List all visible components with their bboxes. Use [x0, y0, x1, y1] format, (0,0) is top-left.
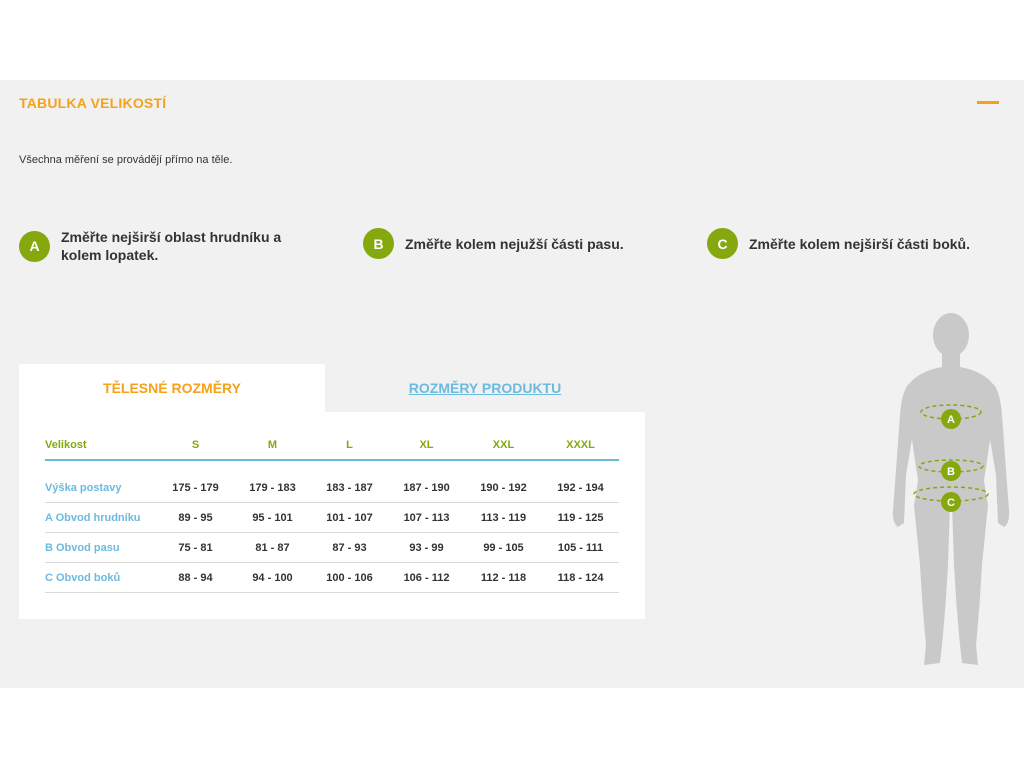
measure-c: C Změřte kolem nejširší části boků. — [707, 228, 1009, 259]
row-label: Výška postavy — [45, 473, 157, 503]
measure-a: A Změřte nejširší oblast hrudníku a kole… — [19, 228, 321, 264]
table-cell: 87 - 93 — [311, 532, 388, 563]
table-cell: 192 - 194 — [542, 473, 619, 503]
marker-b-label: B — [947, 466, 955, 478]
table-cell: 99 - 105 — [465, 532, 542, 563]
body-figure-icon: A B C — [892, 313, 1010, 665]
measure-c-text: Změřte kolem nejširší části boků. — [749, 235, 970, 252]
table-cell: 179 - 183 — [234, 473, 311, 503]
table-cell: 89 - 95 — [157, 502, 234, 533]
size-table-container: Velikost S M L XL XXL XXXL Výška postavy… — [19, 412, 645, 619]
table-row: C Obvod boků 88 - 94 94 - 100 100 - 106 … — [45, 562, 619, 593]
table-cell: 88 - 94 — [157, 562, 234, 593]
table-cell: 93 - 99 — [388, 532, 465, 563]
table-row: B Obvod pasu 75 - 81 81 - 87 87 - 93 93 … — [45, 532, 619, 563]
measure-b-text: Změřte kolem nejužší části pasu. — [405, 235, 624, 252]
header-xl: XL — [388, 430, 465, 461]
header-s: S — [157, 430, 234, 461]
table-cell: 100 - 106 — [311, 562, 388, 593]
table-header-row: Velikost S M L XL XXL XXXL — [45, 430, 619, 461]
header-size: Velikost — [45, 430, 157, 461]
measure-a-text: Změřte nejširší oblast hrudníku a kolem … — [61, 229, 282, 263]
intro-text: Všechna měření se provádějí přímo na těl… — [19, 154, 233, 166]
tab-body-measurements[interactable]: TĚLESNÉ ROZMĚRY — [19, 364, 325, 412]
row-label: B Obvod pasu — [45, 532, 157, 563]
measure-b: B Změřte kolem nejužší části pasu. — [363, 228, 665, 259]
table-cell: 183 - 187 — [311, 473, 388, 503]
table-row: A Obvod hrudníku 89 - 95 95 - 101 101 - … — [45, 502, 619, 533]
badge-c: C — [707, 228, 738, 259]
table-cell: 81 - 87 — [234, 532, 311, 563]
header-m: M — [234, 430, 311, 461]
page-title: TABULKA VELIKOSTÍ — [19, 95, 167, 111]
table-cell: 119 - 125 — [542, 502, 619, 533]
table-cell: 95 - 101 — [234, 502, 311, 533]
badge-b: B — [363, 228, 394, 259]
marker-c-label: C — [947, 497, 955, 509]
table-cell: 187 - 190 — [388, 473, 465, 503]
header-xxl: XXL — [465, 430, 542, 461]
table-cell: 112 - 118 — [465, 562, 542, 593]
header-l: L — [311, 430, 388, 461]
row-label: C Obvod boků — [45, 562, 157, 593]
table-row: Výška postavy 175 - 179 179 - 183 183 - … — [45, 473, 619, 503]
table-cell: 190 - 192 — [465, 473, 542, 503]
minus-icon[interactable] — [977, 101, 999, 104]
table-cell: 101 - 107 — [311, 502, 388, 533]
table-cell: 105 - 111 — [542, 532, 619, 563]
size-table: Velikost S M L XL XXL XXXL Výška postavy… — [45, 430, 619, 593]
table-cell: 113 - 119 — [465, 502, 542, 533]
marker-a-label: A — [947, 414, 955, 426]
row-label: A Obvod hrudníku — [45, 502, 157, 533]
table-cell: 106 - 112 — [388, 562, 465, 593]
table-cell: 175 - 179 — [157, 473, 234, 503]
header-xxxl: XXXL — [542, 430, 619, 461]
tab-product-measurements[interactable]: ROZMĚRY PRODUKTU — [325, 364, 645, 412]
table-cell: 118 - 124 — [542, 562, 619, 593]
table-cell: 75 - 81 — [157, 532, 234, 563]
table-cell: 107 - 113 — [388, 502, 465, 533]
badge-a: A — [19, 230, 50, 262]
table-cell: 94 - 100 — [234, 562, 311, 593]
tabs: TĚLESNÉ ROZMĚRY ROZMĚRY PRODUKTU — [19, 364, 645, 412]
